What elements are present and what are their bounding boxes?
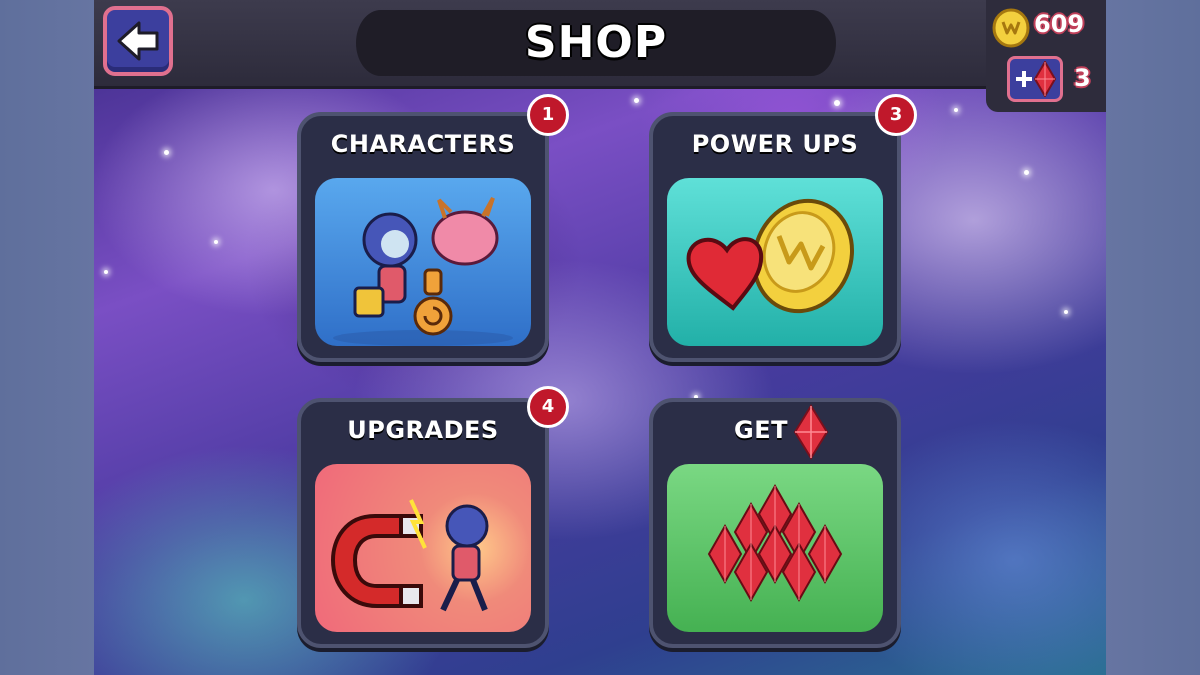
get-label-text: GET <box>734 416 788 444</box>
gem-count: 3 <box>1074 64 1091 92</box>
magnet-icon <box>330 514 403 608</box>
power-ups-card[interactable]: POWER UPS 3 <box>649 94 917 362</box>
coin-count: 609 <box>1034 10 1085 38</box>
back-arrow-icon <box>117 21 159 61</box>
red-gem-icon <box>1034 61 1056 97</box>
characters-art <box>315 178 531 346</box>
plus-icon <box>1016 71 1032 87</box>
star <box>1064 310 1068 314</box>
upgrades-badge: 4 <box>527 386 569 428</box>
power-ups-label: POWER UPS <box>691 130 859 158</box>
characters-label: CHARACTERS <box>330 130 516 158</box>
characters-illustration <box>333 197 513 346</box>
star <box>164 150 169 155</box>
gem-pile-illustration <box>707 483 843 603</box>
upgrades-label: UPGRADES <box>347 416 499 444</box>
star <box>214 240 218 244</box>
upgrades-art <box>315 464 531 632</box>
upgrades-card[interactable]: UPGRADES 4 <box>297 386 569 648</box>
coin-icon <box>992 8 1030 48</box>
red-gem-icon <box>793 404 829 460</box>
star <box>104 270 108 274</box>
star <box>834 100 840 106</box>
star <box>1024 170 1029 175</box>
characters-card[interactable]: CHARACTERS 1 <box>297 94 569 362</box>
star <box>634 98 639 103</box>
back-button[interactable] <box>103 6 173 76</box>
get-gems-card[interactable]: GET <box>649 398 901 648</box>
game-screen: SHOP 609 3 CHARACTERS 1 POWER UPS 3 UPGR… <box>94 0 1106 675</box>
characters-badge: 1 <box>527 94 569 136</box>
get-gems-label: GET <box>639 416 883 444</box>
heart-icon <box>686 237 764 311</box>
get-gems-art <box>667 464 883 632</box>
power-ups-badge: 3 <box>875 94 917 136</box>
upgrades-illustration <box>330 499 489 612</box>
add-gems-button[interactable] <box>1007 56 1063 102</box>
page-title: SHOP <box>524 17 668 68</box>
star <box>954 108 958 112</box>
power-ups-art <box>667 178 883 346</box>
power-ups-illustration <box>686 198 855 314</box>
